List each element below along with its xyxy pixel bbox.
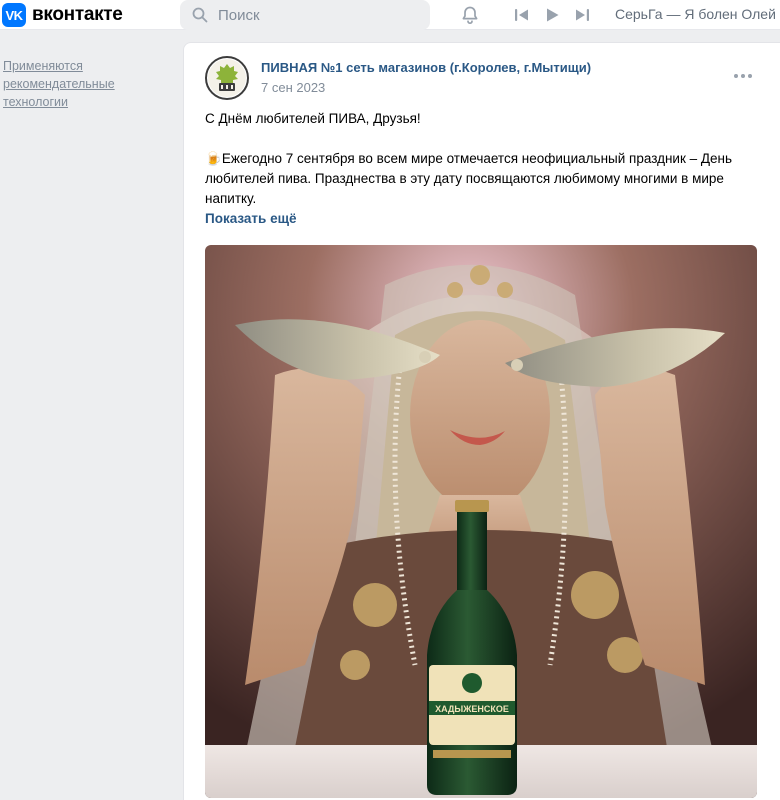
brand-name: вконтакте xyxy=(32,4,123,25)
search-box[interactable] xyxy=(180,0,430,30)
author-avatar[interactable] xyxy=(205,56,249,100)
avatar-logo-icon xyxy=(208,59,246,97)
beer-emoji-icon: 🍺 xyxy=(205,151,222,166)
post-author-link[interactable]: ПИВНАЯ №1 сеть магазинов (г.Королев, г.М… xyxy=(261,60,591,75)
more-dots-icon[interactable] xyxy=(734,71,754,81)
post-text-greeting: С Днём любителей ПИВА, Друзья! xyxy=(205,111,421,126)
skip-forward-icon[interactable] xyxy=(572,5,592,25)
post-date[interactable]: 7 сен 2023 xyxy=(261,80,325,95)
post-image: ХАДЫЖЕНСКОЕ xyxy=(205,245,757,798)
search-icon xyxy=(192,7,208,23)
post-text-body: 🍺Ежегодно 7 сентября во всем мире отмеча… xyxy=(205,149,765,209)
play-icon[interactable] xyxy=(542,5,562,25)
bottle-label: ХАДЫЖЕНСКОЕ xyxy=(435,704,509,714)
recommendations-note[interactable]: Применяются рекомендательные технологии xyxy=(3,57,153,111)
bell-icon[interactable] xyxy=(460,5,480,25)
vk-logo-icon: VK xyxy=(2,3,26,27)
vk-logo[interactable]: VK вконтакте xyxy=(2,3,123,27)
search-input[interactable] xyxy=(218,6,418,24)
skip-back-icon[interactable] xyxy=(512,5,532,25)
now-playing-track[interactable]: СерьГа — Я болен Олей xyxy=(615,6,776,22)
post-card: ПИВНАЯ №1 сеть магазинов (г.Королев, г.М… xyxy=(183,42,780,800)
top-header: VK вконтакте СерьГа — Я болен Олей xyxy=(0,0,780,30)
post-photo[interactable]: ХАДЫЖЕНСКОЕ xyxy=(205,245,757,798)
post-body-text: Ежегодно 7 сентября во всем мире отмечае… xyxy=(205,151,733,206)
post-text: С Днём любителей ПИВА, Друзья! 🍺Ежегодно… xyxy=(205,109,765,209)
show-more-link[interactable]: Показать ещё xyxy=(205,211,297,226)
